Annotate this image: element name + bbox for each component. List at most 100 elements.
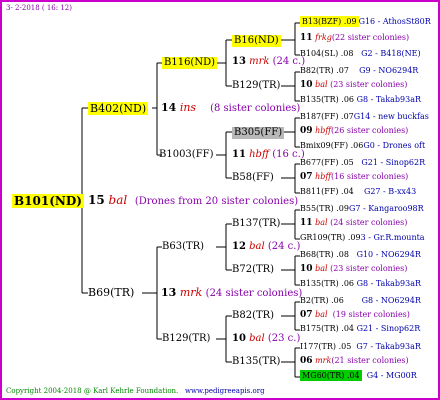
- gen4-dam-3-row: B811(FF) .04 G27 - B-xx43: [300, 188, 416, 196]
- gen4-year-4: 11: [300, 218, 313, 228]
- gen4-sire-id-4[interactable]: B55(TR) .09: [300, 204, 349, 213]
- copyright-text: Copyright 2004-2018 @ Karl Kehrle Founda…: [6, 387, 179, 395]
- gen2-breed-3: bal: [249, 333, 265, 344]
- gen4-year-3-row: 07 hbff(16 sister colonies): [300, 173, 408, 182]
- gen4-sire-2: B187(FF) .07G14 - new buckfas: [300, 113, 429, 121]
- gen3-id-6[interactable]: B82(TR): [232, 311, 274, 321]
- gen2-id-0[interactable]: B116(ND): [162, 57, 218, 69]
- gen2-id-2[interactable]: B63(TR): [162, 242, 204, 252]
- gen2-year-2: 12: [232, 241, 246, 252]
- gen1-info-1: 13 mrk (24 sister colonies): [161, 287, 302, 299]
- gen4-breed-0: frkg: [315, 33, 332, 42]
- gen4-dam-5[interactable]: B135(TR) .06: [300, 279, 354, 288]
- gen4-sire-ref-1: G9 - NO6294R: [359, 66, 419, 75]
- gen4-dam-3[interactable]: B811(FF) .04: [300, 187, 354, 196]
- root-id[interactable]: B101(ND): [12, 194, 84, 208]
- gen4-year-5: 10: [300, 264, 313, 274]
- gen3-id-0[interactable]: B16(ND): [232, 35, 281, 47]
- gen4-sire-id-2[interactable]: B187(FF) .07: [300, 112, 354, 121]
- gen4-note-5: (23 sister colonies): [330, 264, 408, 273]
- gen4-year-2: 09: [300, 126, 313, 136]
- gen4-sire-id-0[interactable]: B13(BZF) .09: [300, 16, 359, 27]
- gen4-sire-ref-2: G14 - new buckfas: [353, 112, 429, 121]
- gen4-dam-ref-3: G27 - B-xx43: [363, 187, 417, 196]
- gen4-dam-0-row: B104(SL) .08 G2 - B418(NE): [300, 50, 421, 58]
- gen2-info-0: 13 mrk (24 c.): [232, 57, 305, 67]
- root-breed: bal: [108, 193, 128, 207]
- gen3-id-2[interactable]: B305(FF): [232, 127, 285, 139]
- gen4-dam-1[interactable]: B135(TR) .06: [300, 95, 354, 104]
- gen4-year-7: 06: [300, 356, 313, 366]
- gen4-sire-ref-4: G7 - Kangaroo98R: [348, 204, 424, 213]
- gen4-note-0: (22 sister colonies): [331, 33, 410, 42]
- gen4-dam-0[interactable]: B104(SL) .08: [300, 49, 353, 58]
- gen4-dam-7-row: MG60(TR) .04 G4 - MG00R: [300, 370, 417, 381]
- gen4-sire-ref-6: G8 - NO6294R: [361, 296, 421, 305]
- gen4-breed-4: bal: [315, 218, 328, 227]
- gen4-breed-3: hbff: [315, 172, 332, 181]
- gen4-year-4-row: 11 bal (24 sister colonies): [300, 219, 407, 228]
- gen4-breed-5: bal: [315, 264, 328, 273]
- root-info: 15 bal (Drones from 20 sister colonies): [88, 194, 298, 207]
- gen4-year-5-row: 10 bal (23 sister colonies): [300, 265, 407, 274]
- date-stamp: 3- 2-2018 ( 16: 12): [6, 4, 72, 12]
- gen4-sire-id-7[interactable]: I177(TR) .05: [300, 342, 351, 351]
- gen3-id-1[interactable]: B129(TR): [232, 81, 280, 91]
- gen3-id-5[interactable]: B72(TR): [232, 265, 274, 275]
- gen3-id-3[interactable]: B58(FF): [232, 173, 274, 183]
- gen2-breed-0: mrk: [249, 56, 270, 67]
- gen1-id-0[interactable]: B402(ND): [88, 102, 149, 115]
- gen4-note-7: (21 sister colonies): [331, 356, 409, 365]
- gen4-year-1: 10: [300, 80, 313, 90]
- gen4-note-6: (19 sister colonies): [332, 310, 410, 319]
- gen4-sire-id-5[interactable]: B68(TR) .08: [300, 250, 349, 259]
- site-link[interactable]: www.pedigreeapis.org: [185, 387, 265, 395]
- gen4-dam-2-row: Bmix09(FF) .06G0 - Drones oft: [300, 142, 425, 150]
- gen4-note-2: (26 sister colonies): [331, 126, 409, 135]
- gen4-dam-ref-2: G0 - Drones oft: [363, 141, 426, 150]
- gen2-note-2: (24 c.): [267, 241, 301, 252]
- gen4-dam-4-row: GR109(TR) .093 - Gr.R.mounta: [300, 234, 425, 242]
- gen2-note-3: (23 c.): [267, 333, 301, 344]
- gen4-breed-2: hbff: [315, 126, 332, 135]
- gen4-dam-5-row: B135(TR) .06 G8 - Takab93aR: [300, 280, 421, 288]
- gen4-sire-id-6[interactable]: B2(TR) .06: [300, 296, 344, 305]
- gen4-dam-1-row: B135(TR) .06 G8 - Takab93aR: [300, 96, 421, 104]
- gen4-note-1: (23 sister colonies): [330, 80, 408, 89]
- gen4-year-2-row: 09 hbff(26 sister colonies): [300, 127, 408, 136]
- gen2-id-3[interactable]: B129(TR): [162, 334, 210, 344]
- gen4-dam-6[interactable]: B175(TR) .04: [300, 324, 354, 333]
- gen4-sire-7: I177(TR) .05 G7 - Takab93aR: [300, 343, 421, 351]
- gen4-year-0: 11: [300, 33, 313, 43]
- gen4-sire-3: B677(FF) .05 G21 - Sinop62R: [300, 159, 425, 167]
- gen4-breed-1: bal: [315, 80, 328, 89]
- gen3-id-7[interactable]: B135(TR): [232, 357, 280, 367]
- gen1-year-0: 14: [161, 101, 177, 114]
- gen4-sire-5: B68(TR) .08 G10 - NO6294R: [300, 251, 421, 259]
- gen2-info-3: 10 bal (23 c.): [232, 334, 300, 344]
- copyright: Copyright 2004-2018 @ Karl Kehrle Founda…: [6, 388, 265, 395]
- gen4-dam-ref-0: G2 - B418(NE): [361, 49, 421, 58]
- gen4-year-0-row: 11 frkg(22 sister colonies): [300, 34, 409, 43]
- gen1-id-1[interactable]: B69(TR): [88, 287, 134, 298]
- gen2-year-1: 11: [232, 149, 246, 160]
- gen1-year-1: 13: [161, 286, 177, 299]
- gen4-dam-4[interactable]: GR109(TR) .09: [300, 233, 361, 242]
- gen4-year-1-row: 10 bal (23 sister colonies): [300, 81, 407, 90]
- gen1-breed-1: mrk: [179, 286, 203, 299]
- gen2-id-1[interactable]: B1003(FF): [159, 150, 213, 160]
- pedigree-frame: { "header": { "date": "3- 2-2018 ( 16: 1…: [0, 0, 440, 400]
- gen4-dam-ref-1: G8 - Takab93aR: [356, 95, 422, 104]
- gen4-note-3: (16 sister colonies): [331, 172, 409, 181]
- gen4-dam-2[interactable]: Bmix09(FF) .06: [300, 141, 363, 150]
- gen2-info-1: 11 hbff (16 c.): [232, 150, 305, 160]
- gen4-sire-ref-0: G16 - AthosSt80R: [358, 17, 431, 26]
- gen4-dam-7[interactable]: MG60(TR) .04: [300, 370, 362, 381]
- gen4-sire-ref-5: G10 - NO6294R: [356, 250, 421, 259]
- gen4-sire-id-3[interactable]: B677(FF) .05: [300, 158, 354, 167]
- gen4-sire-ref-7: G7 - Takab93aR: [356, 342, 421, 351]
- gen4-breed-6: bal: [315, 310, 328, 319]
- gen4-sire-id-1[interactable]: B82(TR) .07: [300, 66, 349, 75]
- gen3-id-4[interactable]: B137(TR): [232, 219, 280, 229]
- gen1-note-0: (8 sister colonies): [210, 103, 301, 114]
